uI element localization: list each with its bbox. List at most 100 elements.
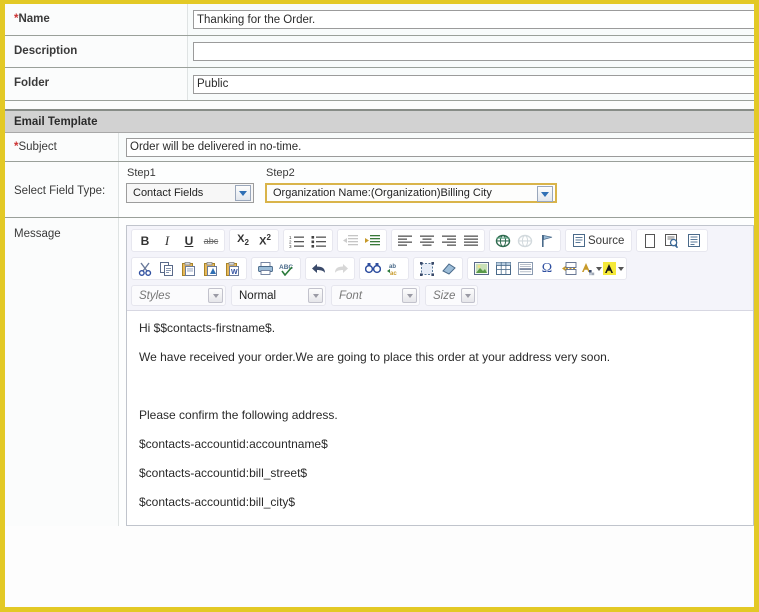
- label-subject: *Subject: [5, 133, 119, 161]
- align-left-icon[interactable]: [394, 231, 416, 251]
- value-cell-subject: [119, 133, 754, 161]
- svg-text:3: 3: [289, 244, 292, 248]
- unlink-icon[interactable]: [514, 231, 536, 251]
- select-all-icon[interactable]: [416, 259, 438, 279]
- paragraph-format-dropdown[interactable]: Normal: [231, 285, 326, 306]
- bold-icon[interactable]: B: [134, 231, 156, 251]
- table-icon[interactable]: [492, 259, 514, 279]
- toolbar-group-insert: Ω: [467, 257, 627, 280]
- bg-color-icon[interactable]: [602, 259, 624, 279]
- font-dropdown[interactable]: Font: [331, 285, 420, 306]
- description-input[interactable]: [193, 42, 754, 61]
- new-page-icon[interactable]: [639, 231, 661, 251]
- italic-icon[interactable]: I: [156, 231, 178, 251]
- message-line: $contacts-accountid:bill_street$: [139, 466, 308, 480]
- editor-toolbar-row-3: Styles Normal Font Size: [127, 282, 753, 311]
- caret-down-icon[interactable]: [595, 266, 602, 271]
- page-break-icon[interactable]: [558, 259, 580, 279]
- chevron-down-icon[interactable]: [208, 288, 223, 303]
- step2-select[interactable]: Organization Name:(Organization)Billing …: [265, 183, 557, 203]
- source-button[interactable]: Source: [568, 231, 629, 251]
- align-justify-icon[interactable]: [460, 231, 482, 251]
- remove-format-icon[interactable]: [438, 259, 460, 279]
- step1-label: Step1: [127, 167, 156, 179]
- chevron-down-icon[interactable]: [402, 288, 417, 303]
- step1-selected-value: Contact Fields: [133, 187, 204, 199]
- spellcheck-icon[interactable]: ABC: [276, 259, 298, 279]
- message-signature-line: Thank you: [139, 524, 741, 525]
- find-icon[interactable]: [362, 259, 384, 279]
- field-row-subject: *Subject: [5, 133, 754, 162]
- message-line: $contacts-accountid:accountname$: [139, 437, 328, 451]
- templates-icon[interactable]: [683, 231, 705, 251]
- step1-select[interactable]: Contact Fields: [126, 183, 254, 203]
- styles-value: Styles: [139, 289, 171, 302]
- step2-box: Step2 Organization Name:(Organization)Bi…: [265, 167, 557, 203]
- size-value: Size: [433, 289, 456, 302]
- editor-body[interactable]: Hi $$contacts-firstname$. We have receiv…: [127, 311, 753, 525]
- source-icon: [573, 234, 585, 247]
- text-color-icon[interactable]: [580, 259, 602, 279]
- link-icon[interactable]: [492, 231, 514, 251]
- folder-input[interactable]: [193, 74, 754, 94]
- chevron-down-icon[interactable]: [308, 288, 323, 303]
- toolbar-group-scripts: X2 X2: [229, 229, 279, 252]
- undo-icon[interactable]: [308, 259, 330, 279]
- align-center-icon[interactable]: [416, 231, 438, 251]
- preview-icon[interactable]: [661, 231, 683, 251]
- toolbar-group-align: [391, 229, 485, 252]
- message-line-blank: [139, 379, 741, 393]
- toolbar-group-indent: [337, 229, 387, 252]
- align-right-icon[interactable]: [438, 231, 460, 251]
- styles-dropdown[interactable]: Styles: [131, 285, 226, 306]
- underline-icon[interactable]: U: [178, 231, 200, 251]
- chevron-down-icon[interactable]: [537, 186, 553, 202]
- name-input[interactable]: [193, 10, 754, 29]
- special-char-icon[interactable]: Ω: [536, 259, 558, 279]
- print-icon[interactable]: [254, 259, 276, 279]
- toolbar-group-links: [489, 229, 561, 252]
- source-label: Source: [588, 234, 625, 247]
- image-icon[interactable]: [470, 259, 492, 279]
- field-row-select-field-type: Select Field Type: Step1 Contact Fields …: [5, 162, 754, 218]
- size-dropdown[interactable]: Size: [425, 285, 478, 306]
- numbered-list-icon[interactable]: 123: [286, 231, 308, 251]
- toolbar-group-find: ab ac: [359, 257, 409, 280]
- bulleted-list-icon[interactable]: [308, 231, 330, 251]
- chevron-down-icon[interactable]: [235, 185, 251, 201]
- value-cell-name: [188, 4, 754, 35]
- svg-text:ab: ab: [389, 264, 396, 270]
- step2-selected-value: Organization Name:(Organization)Billing …: [273, 187, 492, 199]
- chevron-down-icon[interactable]: [461, 288, 475, 303]
- strikethrough-icon[interactable]: abc: [200, 231, 222, 251]
- format-value: Normal: [239, 289, 277, 302]
- anchor-icon[interactable]: [536, 231, 558, 251]
- superscript-icon[interactable]: X2: [254, 231, 276, 251]
- label-folder: Folder: [5, 68, 188, 100]
- section-header-email-template: Email Template: [5, 111, 754, 133]
- field-row-folder: Folder: [5, 68, 754, 101]
- paste-word-icon[interactable]: W: [222, 259, 244, 279]
- replace-icon[interactable]: ab ac: [384, 259, 406, 279]
- subscript-icon[interactable]: X2: [232, 231, 254, 251]
- paste-icon[interactable]: [178, 259, 200, 279]
- value-cell-field-type: Step1 Contact Fields Step2 Organization …: [119, 162, 754, 217]
- toolbar-group-history: [305, 257, 355, 280]
- subject-input[interactable]: [126, 137, 754, 157]
- caret-down-icon[interactable]: [617, 266, 624, 271]
- font-value: Font: [339, 289, 363, 302]
- indent-icon[interactable]: [362, 231, 384, 251]
- message-line: We have received your order.We are going…: [139, 350, 611, 364]
- field-row-description: Description: [5, 36, 754, 68]
- paste-text-icon[interactable]: [200, 259, 222, 279]
- outdent-icon[interactable]: [340, 231, 362, 251]
- value-cell-message: B I U abc X2 X2 123 Source W ABC ab ac Ω…: [119, 218, 754, 526]
- cut-icon[interactable]: [134, 259, 156, 279]
- copy-icon[interactable]: [156, 259, 178, 279]
- rich-text-editor[interactable]: B I U abc X2 X2 123 Source W ABC ab ac Ω…: [126, 225, 754, 526]
- message-line: Hi $$contacts-firstname$.: [139, 321, 276, 335]
- redo-icon[interactable]: [330, 259, 352, 279]
- value-cell-description: [188, 36, 754, 67]
- label-name: *Name: [5, 4, 188, 35]
- horizontal-rule-icon[interactable]: [514, 259, 536, 279]
